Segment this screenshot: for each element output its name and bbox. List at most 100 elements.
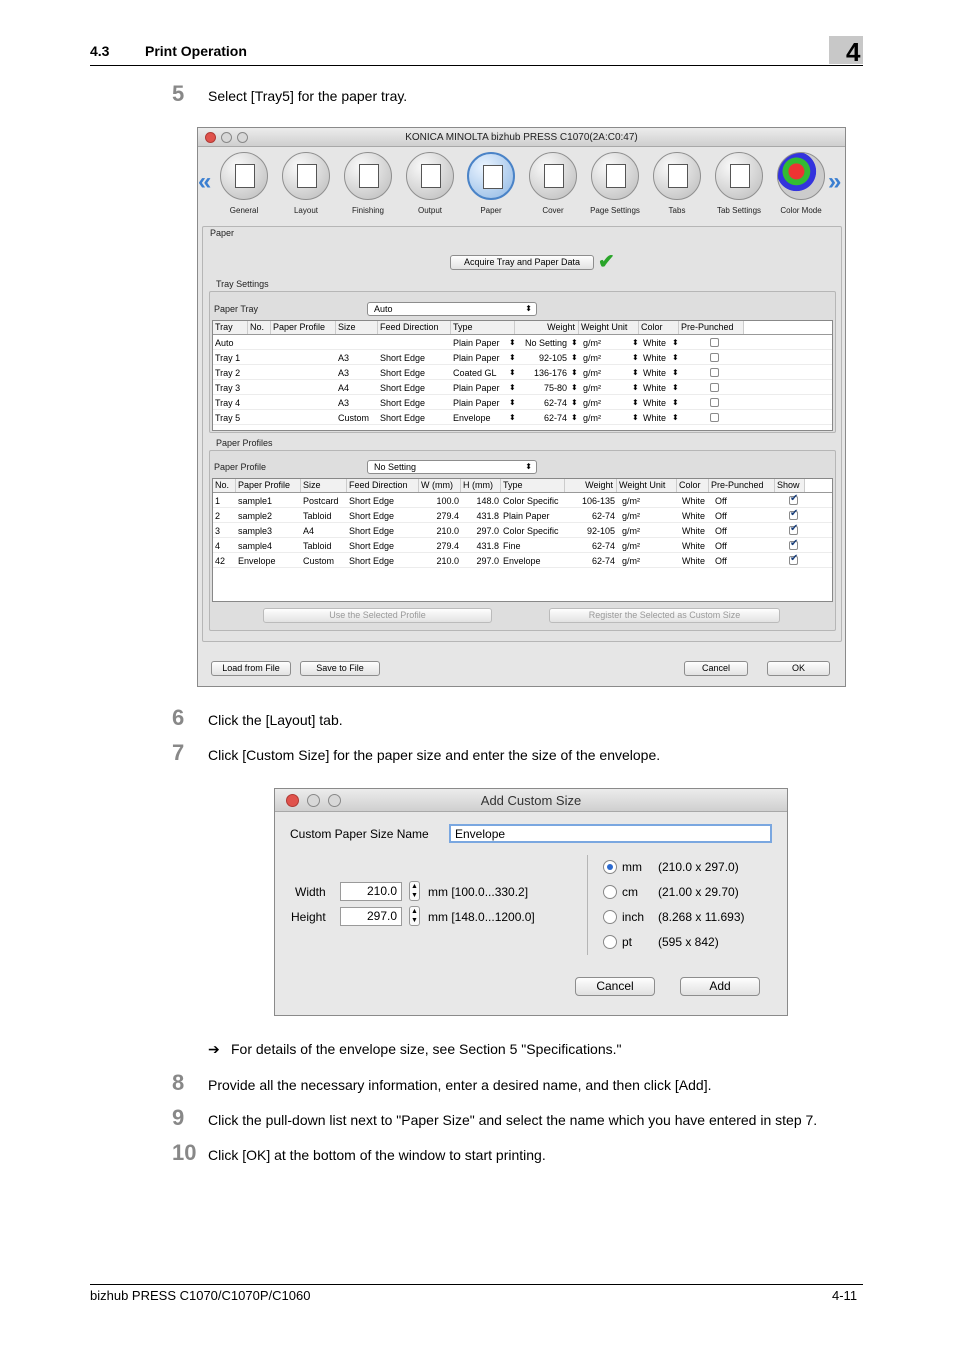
tab-general[interactable]: General [213, 152, 275, 215]
show-checkbox[interactable] [789, 493, 798, 505]
pre-punched-checkbox[interactable] [710, 383, 719, 392]
profile-punched: Off [715, 541, 727, 551]
pre-punched-checkbox[interactable] [710, 413, 719, 422]
step-number: 7 [172, 740, 185, 765]
color-stepper-icon[interactable]: ⬍ [672, 336, 679, 350]
unit-stepper-icon[interactable]: ⬍ [632, 366, 639, 380]
profile-type: Envelope [503, 556, 541, 566]
type-stepper-icon[interactable]: ⬍ [509, 351, 516, 365]
dialog-cancel-button[interactable]: Cancel [575, 977, 655, 996]
weight-stepper-icon[interactable]: ⬍ [571, 336, 578, 350]
profile-punched: Off [715, 496, 727, 506]
weight-stepper-icon[interactable]: ⬍ [571, 396, 578, 410]
type-stepper-icon[interactable]: ⬍ [509, 411, 516, 425]
step-text: Click the [Layout] tab. [208, 712, 343, 728]
step-text: Provide all the necessary information, e… [208, 1077, 712, 1093]
table-row[interactable]: 3 sample3 A4 Short Edge 210.0 297.0 Color Spec… [213, 523, 832, 538]
unit-pt-radio[interactable] [603, 935, 617, 949]
color-stepper-icon[interactable]: ⬍ [672, 396, 679, 410]
color-stepper-icon[interactable]: ⬍ [672, 366, 679, 380]
pre-punched-checkbox[interactable] [710, 338, 719, 347]
unit-stepper-icon[interactable]: ⬍ [632, 351, 639, 365]
load-from-file-button[interactable]: Load from File [211, 661, 291, 676]
tray-color: White [643, 368, 667, 378]
custom-size-name-input[interactable]: Envelope [449, 824, 772, 843]
type-stepper-icon[interactable]: ⬍ [509, 336, 516, 350]
register-custom-size-button[interactable]: Register the Selected as Custom Size [549, 608, 780, 623]
type-stepper-icon[interactable]: ⬍ [509, 381, 516, 395]
table-row[interactable]: Tray 2 A3 Short Edge Coated GL 136-176 g/m² Wh… [213, 365, 832, 380]
tab-output[interactable]: Output [399, 152, 461, 215]
tab-cover[interactable]: Cover [522, 152, 584, 215]
width-label: Width [295, 885, 326, 899]
table-row[interactable]: Auto Plain Paper No Setting g/m² White ⬍ ⬍ ⬍ ⬍ [213, 335, 832, 350]
table-row[interactable]: Tray 3 A4 Short Edge Plain Paper 75-80 g/m² Wh… [213, 380, 832, 395]
table-row[interactable]: 4 sample4 Tabloid Short Edge 279.4 431.8 Fine 6… [213, 538, 832, 553]
show-checkbox[interactable] [789, 508, 798, 520]
unit-stepper-icon[interactable]: ⬍ [632, 411, 639, 425]
type-stepper-icon[interactable]: ⬍ [509, 396, 516, 410]
unit-inch-radio[interactable] [603, 910, 617, 924]
type-stepper-icon[interactable]: ⬍ [509, 366, 516, 380]
table-row[interactable]: Tray 1 A3 Short Edge Plain Paper 92-105 g/m² W… [213, 350, 832, 365]
tray-size: A3 [338, 368, 350, 378]
weight-stepper-icon[interactable]: ⬍ [571, 366, 578, 380]
table-row[interactable]: 1 sample1 Postcard Short Edge 100.0 148.0 Colo… [213, 493, 832, 508]
profile-type: Fine [503, 541, 521, 551]
tab-page-settings[interactable]: Page Settings [584, 152, 646, 215]
col-header: Type [501, 479, 565, 492]
weight-stepper-icon[interactable]: ⬍ [571, 351, 578, 365]
unit-cm-radio[interactable] [603, 885, 617, 899]
save-to-file-button[interactable]: Save to File [300, 661, 380, 676]
cancel-button[interactable]: Cancel [684, 661, 748, 676]
unit-stepper-icon[interactable]: ⬍ [632, 381, 639, 395]
tab-tabs[interactable]: Tabs [646, 152, 708, 215]
pre-punched-checkbox[interactable] [710, 368, 719, 377]
width-stepper[interactable]: ▲ ▼ [409, 881, 420, 901]
paper-profile-select[interactable]: No Setting ⬍ [367, 460, 537, 474]
footer-page: 4-11 [832, 1288, 858, 1303]
table-row[interactable]: Tray 5 Custom Short Edge Envelope 62-74 g/m² W… [213, 410, 832, 425]
paper-tray-select[interactable]: Auto ⬍ [367, 302, 537, 316]
dialog-title: Add Custom Size [480, 793, 582, 808]
general-icon [220, 152, 268, 200]
color-stepper-icon[interactable]: ⬍ [672, 411, 679, 425]
table-row[interactable]: Tray 4 A3 Short Edge Plain Paper 62-74 g/m² Wh… [213, 395, 832, 410]
step-text: Click [Custom Size] for the paper size a… [208, 747, 661, 763]
unit-stepper-icon[interactable]: ⬍ [632, 336, 639, 350]
tab-paper[interactable]: Paper [460, 152, 522, 215]
scroll-left-icon[interactable]: « [198, 168, 211, 196]
weight-stepper-icon[interactable]: ⬍ [571, 411, 578, 425]
show-checkbox[interactable] [789, 553, 798, 565]
table-row[interactable]: 42 Envelope Custom Short Edge 210.0 297.0 Enve… [213, 553, 832, 568]
show-checkbox[interactable] [789, 523, 798, 535]
weight-stepper-icon[interactable]: ⬍ [571, 381, 578, 395]
tray-color: White [643, 338, 667, 348]
height-input[interactable]: 297.0 [340, 907, 402, 926]
col-header: Color [677, 479, 709, 492]
col-header: Weight Unit [579, 321, 639, 334]
dialog-add-button[interactable]: Add [680, 977, 760, 996]
profile-width: 210.0 [436, 556, 459, 566]
ok-button[interactable]: OK [767, 661, 830, 676]
acquire-tray-button[interactable]: Acquire Tray and Paper Data [450, 255, 594, 270]
color-stepper-icon[interactable]: ⬍ [672, 381, 679, 395]
height-stepper[interactable]: ▲ ▼ [409, 906, 420, 926]
profile-color: White [682, 541, 706, 551]
pre-punched-checkbox[interactable] [710, 353, 719, 362]
use-profile-button[interactable]: Use the Selected Profile [263, 608, 492, 623]
show-checkbox[interactable] [789, 538, 798, 550]
tab-tab-settings[interactable]: Tab Settings [708, 152, 770, 215]
unit-mm-radio[interactable] [603, 860, 617, 874]
tab-layout[interactable]: Layout [275, 152, 337, 215]
color-stepper-icon[interactable]: ⬍ [672, 351, 679, 365]
tray-weight: 62-74 [543, 413, 567, 423]
tab-finishing[interactable]: Finishing [337, 152, 399, 215]
unit-stepper-icon[interactable]: ⬍ [632, 396, 639, 410]
pre-punched-checkbox[interactable] [710, 398, 719, 407]
tab-color-mode[interactable]: Color Mode [770, 152, 832, 215]
tray-feed: Short Edge [380, 398, 426, 408]
tray-size: A3 [338, 353, 350, 363]
table-row[interactable]: 2 sample2 Tabloid Short Edge 279.4 431.8 Plain… [213, 508, 832, 523]
width-input[interactable]: 210.0 [340, 882, 402, 901]
